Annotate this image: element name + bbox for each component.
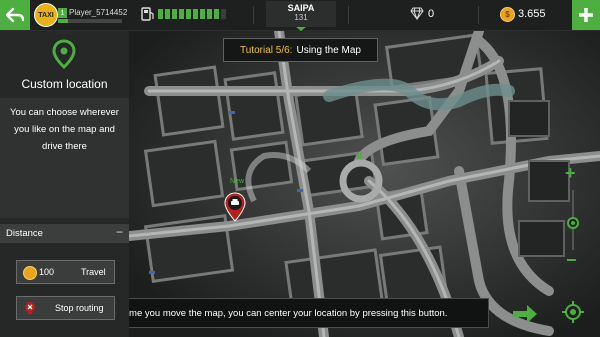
- travel-label: Travel: [81, 267, 106, 277]
- fuel-segment: [214, 9, 219, 19]
- gem-count: 0: [428, 8, 435, 20]
- divider: [253, 6, 254, 24]
- tutorial-hint-text: Each time you move the map, you can cent…: [129, 308, 448, 319]
- diamond-icon: [410, 7, 424, 20]
- stop-routing-button[interactable]: Stop routing: [16, 296, 115, 320]
- map-view[interactable]: Tutorial 5/6: Using the Map New + − Each…: [129, 31, 600, 337]
- fuel-segment: [158, 9, 163, 19]
- custom-location-panel: Custom location You can choose wherever …: [0, 31, 129, 337]
- next-arrow-icon[interactable]: [511, 303, 539, 325]
- travel-button[interactable]: 100 Travel: [16, 260, 115, 284]
- map-canvas[interactable]: [129, 31, 600, 337]
- location-pin-icon: [52, 39, 76, 69]
- car-selector[interactable]: SAIPA 131: [266, 1, 336, 27]
- fuel-gauge: [158, 9, 226, 19]
- back-button[interactable]: [0, 0, 30, 30]
- zoom-in-icon[interactable]: +: [565, 163, 576, 184]
- stop-route-icon: [25, 302, 35, 315]
- tutorial-title: Using the Map: [296, 44, 361, 56]
- avatar[interactable]: TAXI: [34, 3, 58, 27]
- panel-description: You can choose wherever you like on the …: [10, 107, 119, 152]
- distance-header[interactable]: Distance −: [0, 224, 129, 243]
- tutorial-banner: Tutorial 5/6: Using the Map: [223, 38, 378, 62]
- fuel-segment: [172, 9, 177, 19]
- zoom-slider-handle[interactable]: [567, 217, 579, 229]
- back-arrow-icon: [6, 7, 24, 23]
- car-name: SAIPA: [287, 3, 315, 13]
- stop-routing-label: Stop routing: [55, 303, 104, 313]
- travel-cost: 100: [39, 267, 55, 277]
- fuel-segment: [200, 9, 205, 19]
- car-location-pin-icon[interactable]: [224, 192, 246, 222]
- fuel-segment: [207, 9, 212, 19]
- tutorial-step: Tutorial 5/6:: [240, 44, 293, 56]
- top-bar: TAXI 1 Player_5714452 SAIPA 131 0 $ 3.65…: [0, 0, 600, 31]
- player-progress-bar: [58, 19, 122, 23]
- new-label: New: [230, 178, 245, 185]
- coin-icon: [23, 266, 37, 280]
- divider: [478, 6, 479, 24]
- fuel-segment: [186, 9, 191, 19]
- fuel-segment: [165, 9, 170, 19]
- divider: [348, 6, 349, 24]
- tutorial-hint: Each time you move the map, you can cent…: [129, 298, 489, 328]
- panel-title: Custom location: [21, 77, 108, 91]
- plus-icon: [579, 8, 593, 22]
- avatar-text: TAXI: [38, 11, 54, 19]
- fuel-segment: [179, 9, 184, 19]
- center-location-icon[interactable]: [562, 301, 584, 323]
- collapse-icon[interactable]: −: [116, 225, 123, 239]
- zoom-out-icon[interactable]: −: [566, 250, 577, 271]
- coin-count: 3.655: [518, 8, 546, 20]
- coin-icon: $: [500, 7, 515, 22]
- player-progress-fill: [58, 19, 68, 23]
- player-name: Player_5714452: [69, 8, 128, 17]
- distance-label: Distance: [6, 228, 43, 239]
- player-level-badge: 1: [58, 8, 67, 18]
- fuel-icon: [141, 7, 154, 21]
- car-number: 131: [294, 13, 308, 22]
- fuel-segment: [193, 9, 198, 19]
- add-currency-button[interactable]: [572, 0, 600, 30]
- fuel-segment: [221, 9, 226, 19]
